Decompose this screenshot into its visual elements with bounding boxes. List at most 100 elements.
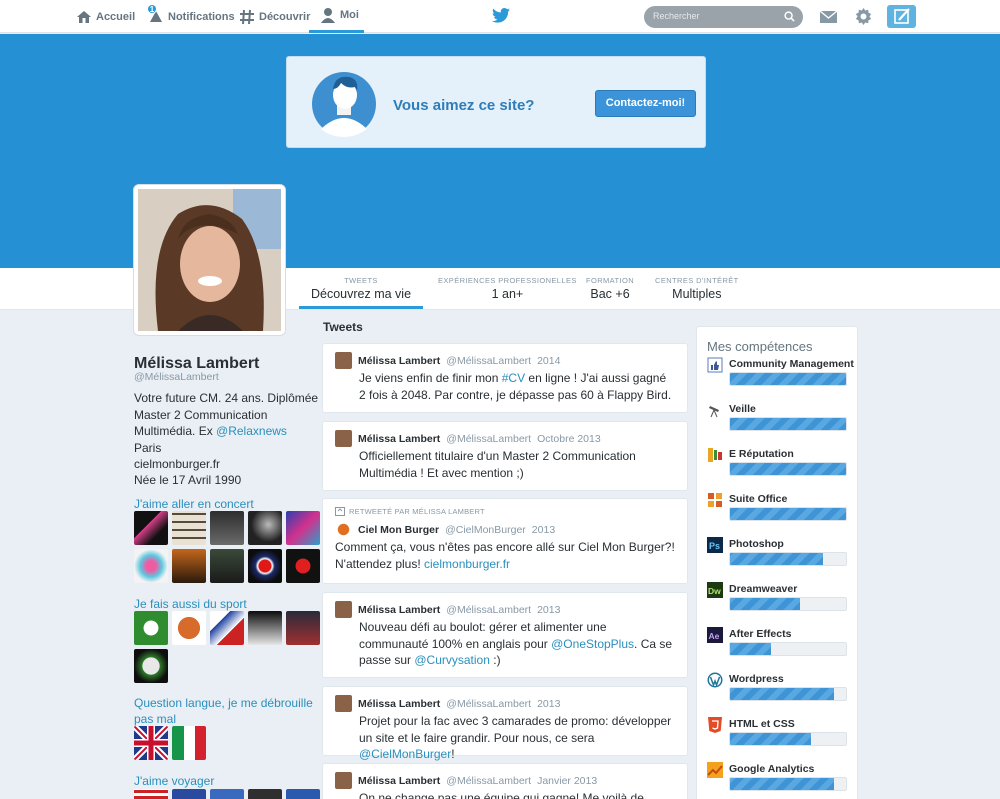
concert-photo[interactable] (286, 511, 320, 545)
section-concert[interactable]: J'aime aller en concert (134, 496, 326, 512)
tweet-author[interactable]: Mélissa Lambert (358, 698, 440, 710)
sport-photo[interactable] (172, 611, 206, 645)
search-icon[interactable] (784, 11, 795, 22)
skill-progress-bar (729, 462, 847, 476)
profile-handle[interactable]: @MélissaLambert (134, 371, 219, 383)
skill-name: HTML et CSS (729, 718, 795, 730)
tweet[interactable]: Mélissa Lambert @MélissaLambert 2013 Nouve… (322, 592, 688, 678)
tweet-author[interactable]: Ciel Mon Burger (358, 524, 439, 536)
search-placeholder: Rechercher (653, 11, 700, 21)
tweet-date[interactable]: Octobre 2013 (537, 433, 601, 445)
profile-birthdate: Née le 17 Avril 1990 (134, 473, 242, 487)
concert-photo[interactable] (286, 549, 320, 583)
contact-button[interactable]: Contactez-moi! (595, 90, 696, 117)
travel-photo[interactable] (248, 789, 282, 799)
skill-name: Suite Office (729, 493, 788, 505)
tweet-date[interactable]: 2013 (537, 604, 560, 616)
sport-photo[interactable] (286, 611, 320, 645)
skill-progress-fill (730, 373, 846, 385)
concert-photo[interactable] (210, 511, 244, 545)
tweet-author[interactable]: Mélissa Lambert (358, 775, 440, 787)
messages-icon[interactable] (820, 10, 837, 24)
avatar[interactable] (335, 601, 352, 618)
avatar[interactable] (335, 772, 352, 789)
tweet[interactable]: Mélissa Lambert @MélissaLambert 2014 Je vi… (322, 343, 688, 413)
section-langue[interactable]: Question langue, je me débrouille pas ma… (134, 695, 326, 727)
tweet-date[interactable]: 2013 (537, 698, 560, 710)
skill-progress-fill (730, 553, 823, 565)
home-icon (77, 10, 91, 23)
after-effects-icon: Ae (707, 627, 723, 643)
stat-interests[interactable]: CENTRES D'INTÉRÊT Multiples (655, 276, 739, 301)
tweet-handle[interactable]: @MélissaLambert (446, 433, 531, 445)
tweet-handle[interactable]: @MélissaLambert (446, 775, 531, 787)
concert-photo[interactable] (172, 511, 206, 545)
sport-photo[interactable] (248, 611, 282, 645)
avatar[interactable] (335, 521, 352, 538)
sport-photo[interactable] (134, 649, 168, 683)
section-sport[interactable]: Je fais aussi du sport (134, 596, 326, 612)
thumbs-up-icon (707, 357, 723, 373)
concert-photo[interactable] (248, 511, 282, 545)
tweet-handle[interactable]: @MélissaLambert (446, 698, 531, 710)
skill-name: Google Analytics (729, 763, 815, 775)
tweet[interactable]: Mélissa Lambert @MélissaLambert Octobre 20… (322, 421, 688, 491)
concert-photo[interactable] (210, 549, 244, 583)
profile-photo[interactable] (133, 184, 286, 336)
nav-notifications[interactable]: 1 Notifications (147, 0, 235, 33)
concert-photo[interactable] (134, 511, 168, 545)
tweet[interactable]: Mélissa Lambert @MélissaLambert 2013 Proje… (322, 686, 688, 761)
uk-flag-icon[interactable] (134, 726, 168, 760)
gear-icon[interactable] (855, 8, 872, 25)
skill-progress-fill (730, 778, 835, 790)
stat-experience[interactable]: EXPÉRIENCES PROFESSIONELLES 1 an+ (438, 276, 577, 301)
tweet-author[interactable]: Mélissa Lambert (358, 604, 440, 616)
concert-photo[interactable] (172, 549, 206, 583)
retweet[interactable]: RETWEETÉ PAR MÉLISSA LAMBERT Ciel Mon Bu… (322, 498, 688, 584)
tweet-date[interactable]: 2014 (537, 355, 560, 367)
section-voyage[interactable]: J'aime voyager (134, 773, 326, 789)
travel-photo[interactable] (172, 789, 206, 799)
skill-progress-bar (729, 687, 847, 701)
avatar[interactable] (335, 430, 352, 447)
travel-photo[interactable] (134, 789, 168, 799)
tweet-handle[interactable]: @MélissaLambert (446, 355, 531, 367)
tweet-date[interactable]: 2013 (532, 524, 555, 536)
profile-website-link[interactable]: cielmonburger.fr (134, 457, 220, 471)
tweet-handle[interactable]: @MélissaLambert (446, 604, 531, 616)
concert-photo[interactable] (134, 549, 168, 583)
avatar[interactable] (335, 695, 352, 712)
italy-flag-icon[interactable] (172, 726, 206, 760)
search-input[interactable]: Rechercher (644, 6, 803, 28)
sport-photo[interactable] (134, 611, 168, 645)
tweet-author[interactable]: Mélissa Lambert (358, 433, 440, 445)
avatar[interactable] (335, 352, 352, 369)
tweet-mention-link[interactable]: @OneStopPlus (551, 637, 634, 651)
stat-formation-value: Bac +6 (590, 287, 630, 301)
concert-photo[interactable] (248, 549, 282, 583)
retweet-label: RETWEETÉ PAR MÉLISSA LAMBERT (349, 507, 485, 516)
tweet[interactable]: Mélissa Lambert @MélissaLambert Janvier 20… (322, 763, 688, 799)
twitter-bird-icon[interactable] (492, 8, 510, 23)
stat-tweets-value: Découvrez ma vie (311, 287, 412, 301)
stat-formation[interactable]: FORMATION Bac +6 (586, 276, 634, 301)
skill-name: E Réputation (729, 448, 794, 460)
tweet-handle[interactable]: @CielMonBurger (445, 524, 526, 536)
tweet-author[interactable]: Mélissa Lambert (358, 355, 440, 367)
tweet-url-link[interactable]: cielmonburger.fr (424, 557, 510, 571)
tweet-mention-link[interactable]: @CielMonBurger (359, 747, 451, 761)
travel-photo[interactable] (210, 789, 244, 799)
stat-tweets[interactable]: TWEETS Découvrez ma vie (298, 276, 424, 309)
tweet-date[interactable]: Janvier 2013 (537, 775, 597, 787)
nav-home[interactable]: Accueil (76, 0, 135, 33)
tweet-text-part: :) (489, 653, 501, 667)
bio-mention-link[interactable]: @Relaxnews (216, 424, 287, 438)
profile-photo-image (138, 189, 281, 331)
compose-tweet-button[interactable] (887, 5, 916, 28)
tweet-mention-link[interactable]: @Curvysation (414, 653, 490, 667)
nav-me[interactable]: Moi (309, 0, 364, 33)
travel-photo[interactable] (286, 789, 320, 799)
nav-discover[interactable]: Découvrir (239, 0, 310, 33)
tweet-hashtag-link[interactable]: #CV (502, 371, 525, 385)
sport-photo[interactable] (210, 611, 244, 645)
